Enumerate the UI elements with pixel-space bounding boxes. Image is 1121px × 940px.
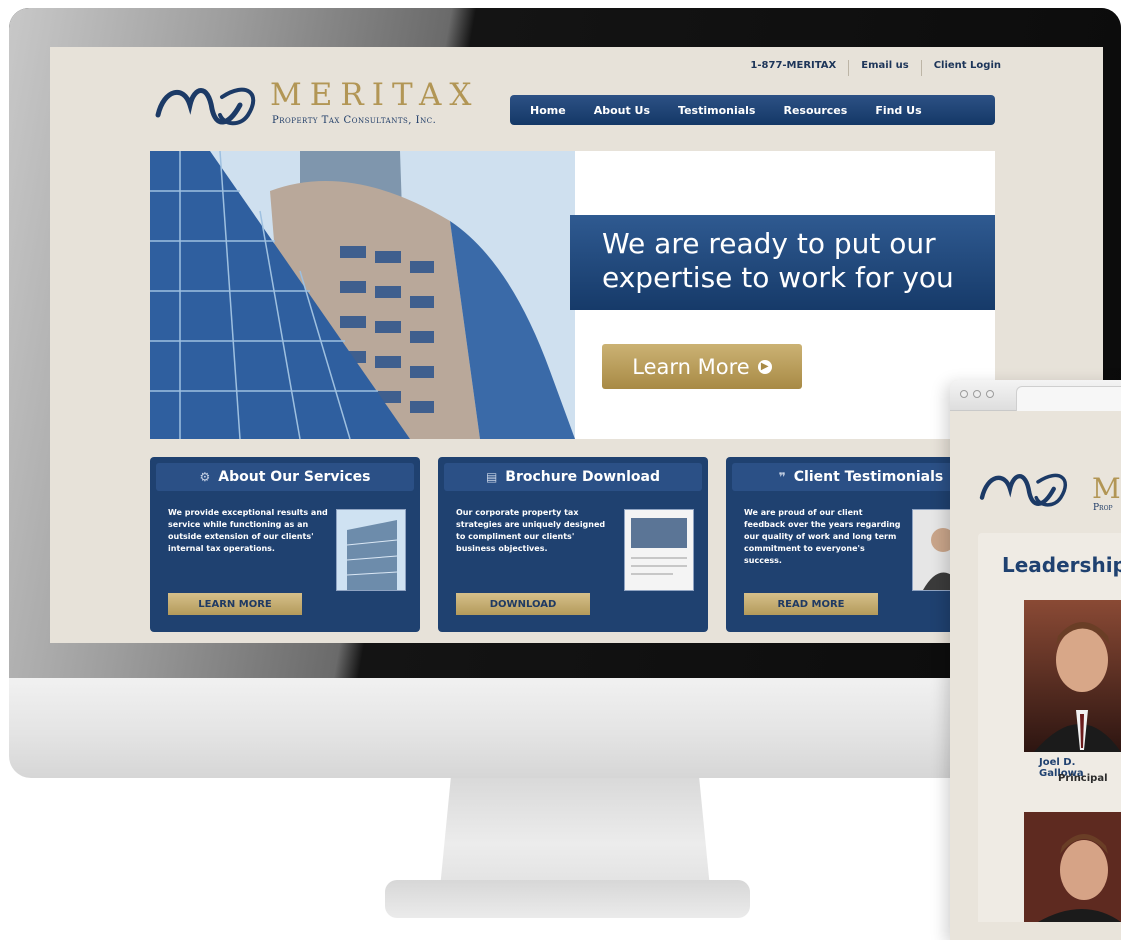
speech-bubbles-icon: ❞ xyxy=(778,470,786,484)
brochure-thumbnail xyxy=(624,509,694,591)
feature-header: ▤ Brochure Download xyxy=(444,463,702,491)
window-controls xyxy=(960,390,994,398)
feature-about-services: ⚙ About Our Services We provide exceptio… xyxy=(150,457,420,632)
hero-banner: We are ready to put our expertise to wor… xyxy=(150,151,995,439)
learn-more-label: Learn More xyxy=(632,354,750,379)
website-screen: MERITAX Property Tax Consultants, Inc. 1… xyxy=(50,47,1103,643)
hero-headline: We are ready to put our expertise to wor… xyxy=(570,215,995,310)
gears-icon: ⚙ xyxy=(199,470,211,484)
main-nav: Home About Us Testimonials Resources Fin… xyxy=(510,95,995,125)
top-links: 1-877-MERITAX Email us Client Login xyxy=(748,60,1003,76)
feature-title: About Our Services xyxy=(218,469,371,485)
nav-resources[interactable]: Resources xyxy=(783,104,847,117)
divider xyxy=(920,60,922,76)
feature-description: Our corporate property tax strategies ar… xyxy=(456,508,606,553)
mobile-logo-wordmark: M xyxy=(1092,472,1121,505)
person-title: Principal xyxy=(1058,773,1108,784)
mc-monogram-icon xyxy=(155,87,256,126)
feature-title: Client Testimonials xyxy=(793,469,944,485)
close-window-button[interactable] xyxy=(960,390,968,398)
browser-tab[interactable] xyxy=(1016,386,1121,411)
monitor-stand-foot xyxy=(385,880,750,918)
feature-brochure-download: ▤ Brochure Download Our corporate proper… xyxy=(438,457,708,632)
feature-description: We are proud of our client feedback over… xyxy=(744,508,901,565)
phone-link[interactable]: 1-877-MERITAX xyxy=(748,60,838,76)
mc-monogram-icon xyxy=(979,473,1067,507)
document-icon: ▤ xyxy=(485,470,498,484)
feature-description: We provide exceptional results and servi… xyxy=(168,508,328,553)
download-button[interactable]: DOWNLOAD xyxy=(456,593,590,615)
building-photo xyxy=(150,151,575,439)
read-more-button[interactable]: READ MORE xyxy=(744,593,878,615)
divider xyxy=(848,60,850,76)
monitor-stand-neck xyxy=(440,778,710,888)
nav-find-us[interactable]: Find Us xyxy=(875,104,921,117)
hero-headline-line1: We are ready to put our xyxy=(602,227,936,260)
hero-headline-line2: expertise to work for you xyxy=(602,261,954,294)
learn-more-button[interactable]: Learn More ▶ xyxy=(602,344,802,389)
logo-wordmark: MERITAX xyxy=(270,77,480,113)
browser-toolbar xyxy=(950,380,1121,411)
building-thumbnail xyxy=(336,509,406,591)
person-photo[interactable] xyxy=(1024,600,1121,752)
logo-tagline: Property Tax Consultants, Inc. xyxy=(272,115,437,126)
feature-header: ⚙ About Our Services xyxy=(156,463,414,491)
client-login-link[interactable]: Client Login xyxy=(932,60,1003,76)
minimize-window-button[interactable] xyxy=(973,390,981,398)
mobile-logo-tagline: Prop xyxy=(1093,503,1113,513)
nav-about-us[interactable]: About Us xyxy=(594,104,650,117)
nav-testimonials[interactable]: Testimonials xyxy=(678,104,755,117)
arrow-right-icon: ▶ xyxy=(757,359,772,374)
site-logo[interactable]: MERITAX Property Tax Consultants, Inc. xyxy=(150,75,490,135)
person-photo[interactable] xyxy=(1024,812,1121,922)
learn-more-feature-button[interactable]: LEARN MORE xyxy=(168,593,302,615)
feature-title: Brochure Download xyxy=(505,469,661,485)
maximize-window-button[interactable] xyxy=(986,390,994,398)
nav-home[interactable]: Home xyxy=(530,104,566,117)
leadership-heading: Leadership xyxy=(1002,553,1121,577)
email-link[interactable]: Email us xyxy=(859,60,910,76)
